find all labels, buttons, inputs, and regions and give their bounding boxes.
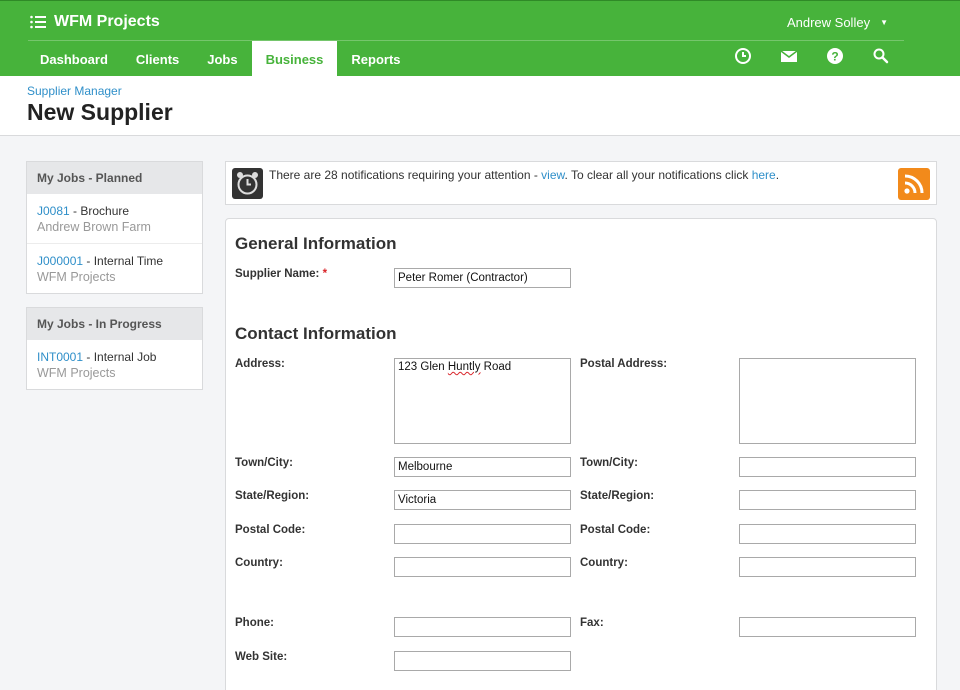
address-text-start: 123 Glen	[398, 361, 448, 373]
postal-country-input[interactable]	[739, 557, 916, 577]
fax-label: Fax:	[580, 617, 604, 629]
sidebar-jobs-planned: My Jobs - Planned J0081 - Brochure Andre…	[26, 161, 203, 294]
app-title: WFM Projects	[54, 13, 160, 30]
job-client: Andrew Brown Farm	[37, 220, 151, 234]
clock-icon[interactable]	[734, 47, 752, 65]
main-nav: Dashboard Clients Jobs Business Reports	[26, 41, 415, 77]
search-icon[interactable]	[872, 47, 890, 65]
job-name: Internal Job	[93, 350, 157, 364]
page-header: Supplier Manager New Supplier	[0, 76, 960, 136]
phone-input[interactable]	[394, 617, 571, 637]
country-label: Country:	[235, 557, 283, 569]
tab-business[interactable]: Business	[251, 41, 338, 77]
address-label: Address:	[235, 358, 285, 370]
notification-text: There are 28 notifications requiring you…	[269, 168, 779, 182]
mail-icon[interactable]	[780, 47, 798, 65]
postal-address-textarea[interactable]	[739, 358, 916, 444]
website-label: Web Site:	[235, 651, 288, 663]
notification-bar: There are 28 notifications requiring you…	[225, 161, 937, 205]
website-input[interactable]	[394, 651, 571, 671]
postal-state-region-input[interactable]	[739, 490, 916, 510]
alarm-clock-icon	[232, 168, 263, 199]
postal-postal-code-label: Postal Code:	[580, 524, 651, 536]
user-menu[interactable]: Andrew Solley ▼	[787, 15, 888, 30]
sidebar-planned-title: My Jobs - Planned	[27, 162, 202, 194]
postal-town-city-label: Town/City:	[580, 457, 638, 469]
sidebar-jobs-in-progress: My Jobs - In Progress INT0001 - Internal…	[26, 307, 203, 390]
tab-jobs[interactable]: Jobs	[193, 41, 251, 77]
list-item: J000001 - Internal Time WFM Projects	[27, 244, 202, 293]
sidebar-in-progress-title: My Jobs - In Progress	[27, 308, 202, 340]
job-code-link[interactable]: J000001	[37, 254, 83, 268]
nav-icon-group: ?	[734, 47, 890, 65]
misspelled-word: Huntly	[447, 361, 481, 373]
list-item: INT0001 - Internal Job WFM Projects	[27, 340, 202, 389]
job-code-link[interactable]: J0081	[37, 204, 70, 218]
supplier-name-label: Supplier Name: *	[235, 268, 327, 280]
postal-code-label: Postal Code:	[235, 524, 306, 536]
job-client: WFM Projects	[37, 366, 116, 380]
tab-dashboard[interactable]: Dashboard	[26, 41, 122, 77]
list-menu-icon	[30, 15, 46, 29]
postal-town-city-input[interactable]	[739, 457, 916, 477]
state-region-label: State/Region:	[235, 490, 310, 502]
clear-notifications-link[interactable]: here	[752, 168, 776, 182]
job-code-link[interactable]: INT0001	[37, 350, 83, 364]
page-title: New Supplier	[27, 99, 173, 125]
svg-text:?: ?	[831, 50, 838, 64]
job-client: WFM Projects	[37, 270, 116, 284]
tab-clients[interactable]: Clients	[122, 41, 193, 77]
notification-text-middle: . To clear all your notifications click	[564, 168, 752, 182]
general-information-heading: General Information	[235, 234, 397, 253]
job-name: Internal Time	[93, 254, 164, 268]
user-name: Andrew Solley	[786, 15, 871, 30]
supplier-name-input[interactable]	[394, 268, 571, 288]
postal-address-label: Postal Address:	[580, 358, 668, 370]
view-notifications-link[interactable]: view	[541, 168, 564, 182]
job-name: Brochure	[80, 204, 130, 218]
list-item: J0081 - Brochure Andrew Brown Farm	[27, 194, 202, 244]
caret-down-icon: ▼	[880, 18, 888, 27]
state-region-input[interactable]	[394, 490, 571, 510]
required-marker: *	[322, 268, 328, 280]
tab-reports[interactable]: Reports	[337, 41, 414, 77]
supplier-form-panel: General Information Supplier Name: * Con…	[225, 218, 937, 690]
postal-country-label: Country:	[580, 557, 628, 569]
supplier-name-label-text: Supplier Name:	[235, 268, 320, 280]
country-input[interactable]	[394, 557, 571, 577]
breadcrumb-supplier-manager[interactable]: Supplier Manager	[27, 84, 122, 98]
notification-text-end: .	[775, 168, 780, 182]
postal-state-region-label: State/Region:	[580, 490, 655, 502]
fax-input[interactable]	[739, 617, 916, 637]
contact-information-heading: Contact Information	[235, 324, 397, 343]
address-text-end: Road	[480, 361, 512, 373]
help-icon[interactable]: ?	[826, 47, 844, 65]
town-city-input[interactable]	[394, 457, 571, 477]
postal-code-input[interactable]	[394, 524, 571, 544]
top-bar: WFM Projects Andrew Solley ▼ Dashboard C…	[0, 0, 960, 77]
address-textarea[interactable]: 123 Glen Huntly Road	[394, 358, 571, 444]
phone-label: Phone:	[235, 617, 274, 629]
rss-feed-icon[interactable]	[898, 168, 930, 200]
postal-postal-code-input[interactable]	[739, 524, 916, 544]
town-city-label: Town/City:	[235, 457, 293, 469]
notification-text-start: There are 28 notifications requiring you…	[269, 168, 542, 182]
app-brand[interactable]: WFM Projects	[30, 11, 160, 33]
